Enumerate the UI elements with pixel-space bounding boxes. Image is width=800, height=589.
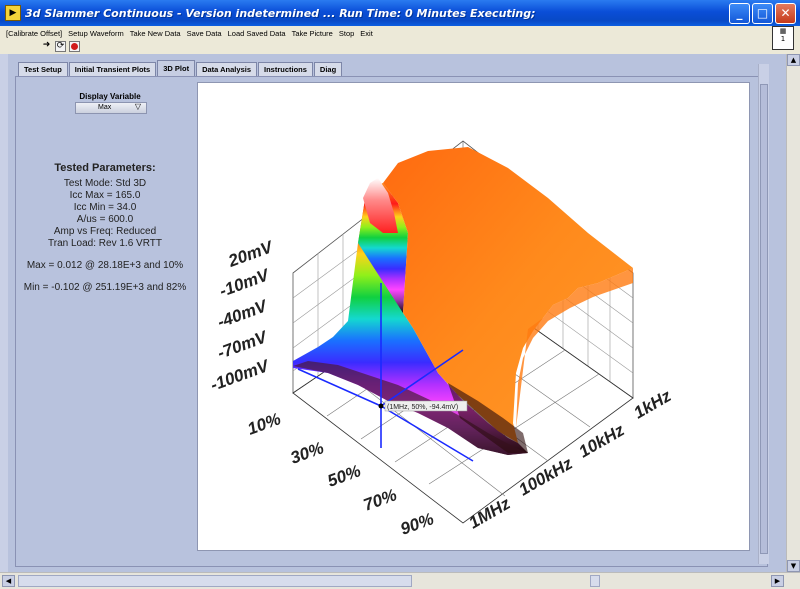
scroll-down-icon[interactable]: ▼ [787, 560, 800, 572]
tab-test-setup[interactable]: Test Setup [18, 62, 68, 76]
3d-plot-svg: (1MHz, 50%, -94.4mV) 20mV -10mV -40mV -7… [208, 140, 675, 539]
window-title: 3d Slammer Continuous - Version indeterm… [25, 6, 536, 20]
menu-stop[interactable]: Stop [339, 29, 354, 38]
cursor-label: (1MHz, 50%, -94.4mV) [387, 404, 458, 411]
horizontal-scroll-grip [590, 575, 600, 587]
run-continuous-icon[interactable]: ⟳ [55, 41, 66, 52]
z-axis: 20mV -10mV -40mV -70mV -100mV [208, 237, 277, 395]
tab-diag[interactable]: Diag [313, 62, 343, 76]
window-horizontal-scrollbar[interactable]: ◀ ▶ [0, 572, 800, 589]
z-tick-label: -100mV [208, 356, 273, 395]
param-line: Test Mode: Std 3D [63, 178, 147, 189]
param-line: Icc Max = 165.0 [69, 190, 141, 201]
run-arrow-icon[interactable]: ➜ [41, 41, 52, 52]
freq-tick-label: 1MHz [466, 494, 514, 533]
menu-take-picture[interactable]: Take Picture [292, 29, 333, 38]
plot-scroll-thumb[interactable] [760, 84, 768, 554]
plot-scrollbar[interactable] [758, 64, 769, 564]
scroll-up-icon[interactable]: ▲ [787, 54, 800, 66]
maximize-button[interactable]: □ [752, 3, 773, 24]
tab-initial-transient-plots[interactable]: Initial Transient Plots [68, 62, 157, 76]
menu-calibrate-offset[interactable]: [Calibrate Offset] [6, 29, 62, 38]
param-line: Icc Min = 34.0 [73, 202, 137, 213]
duty-tick-label: 30% [288, 438, 326, 467]
vi-connector-icon: ▦ 1 [772, 26, 794, 50]
tab-3d-plot[interactable]: 3D Plot [157, 60, 196, 76]
duty-tick-label: 50% [325, 461, 363, 490]
horizontal-scroll-thumb[interactable] [18, 575, 412, 587]
menu-setup-waveform[interactable]: Setup Waveform [68, 29, 124, 38]
scroll-right-icon[interactable]: ▶ [771, 575, 784, 587]
display-variable-select[interactable]: Max ▽ [75, 102, 147, 114]
window-vertical-scrollbar[interactable]: ▲ ▼ [786, 54, 800, 572]
z-tick-label: -10mV [217, 265, 273, 301]
freq-tick-label: 10kHz [576, 420, 628, 461]
freq-tick-label: 1kHz [631, 386, 675, 423]
duty-axis: 10% 30% 50% 70% 90% [245, 409, 436, 538]
left-strip [0, 54, 8, 572]
duty-tick-label: 10% [245, 409, 283, 438]
duty-tick-label: 90% [398, 509, 436, 538]
title-bar: ▶ 3d Slammer Continuous - Version indete… [0, 0, 800, 26]
duty-tick-label: 70% [361, 485, 399, 514]
tab-data-analysis[interactable]: Data Analysis [196, 62, 257, 76]
tab-instructions[interactable]: Instructions [258, 62, 313, 76]
abort-icon[interactable] [69, 41, 80, 52]
3d-plot[interactable]: (1MHz, 50%, -94.4mV) 20mV -10mV -40mV -7… [197, 82, 750, 551]
menu-save-data[interactable]: Save Data [187, 29, 222, 38]
tested-parameters: Tested Parameters: Test Mode: Std 3D Icc… [10, 162, 200, 294]
max-summary: Max = 0.012 @ 28.18E+3 and 10% [26, 260, 184, 271]
params-heading: Tested Parameters: [54, 162, 156, 174]
menu-bar: [Calibrate Offset] Setup Waveform Take N… [0, 26, 800, 40]
scroll-left-icon[interactable]: ◀ [2, 575, 15, 587]
menu-take-new-data[interactable]: Take New Data [130, 29, 181, 38]
chevron-down-icon: ▽ [134, 102, 141, 111]
freq-tick-label: 100kHz [516, 453, 577, 499]
param-line: Tran Load: Rev 1.6 VRTT [48, 238, 162, 249]
param-line: Amp vs Freq: Reduced [53, 226, 157, 237]
display-variable-label: Display Variable [79, 92, 141, 101]
display-variable-value: Max [98, 104, 112, 111]
toolbar: ➜ ⟳ [0, 40, 800, 54]
app-icon: ▶ [5, 5, 21, 21]
close-button[interactable]: ✕ [775, 3, 796, 24]
min-summary: Min = -0.102 @ 251.19E+3 and 82% [23, 282, 187, 293]
menu-exit[interactable]: Exit [360, 29, 373, 38]
z-tick-label: -40mV [215, 296, 271, 332]
z-tick-label: 20mV [225, 237, 277, 271]
cursor-point [378, 403, 384, 409]
minimize-button[interactable]: _ [729, 3, 750, 24]
menu-load-saved-data[interactable]: Load Saved Data [228, 29, 286, 38]
param-line: A/us = 600.0 [76, 214, 134, 225]
tab-bar: Test Setup Initial Transient Plots 3D Pl… [18, 60, 343, 76]
